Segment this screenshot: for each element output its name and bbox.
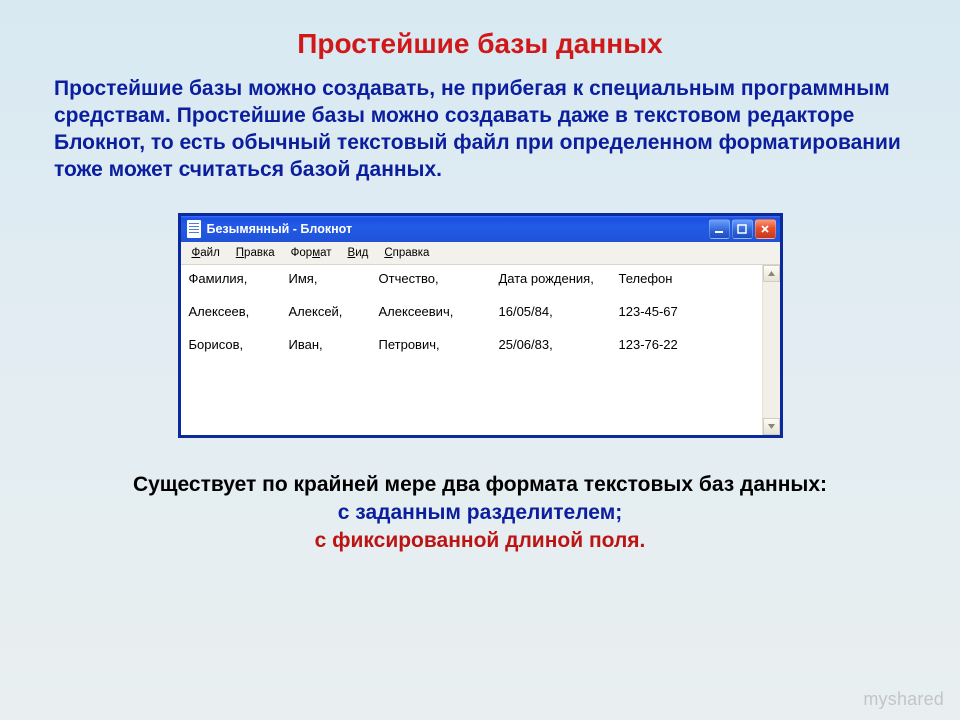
window-titlebar: Безымянный - Блокнот xyxy=(181,216,780,242)
notepad-app-icon xyxy=(187,220,201,238)
header-row: Фамилия, Имя, Отчество, Дата рождения, Т… xyxy=(189,271,754,286)
formats-line1: с заданным разделителем; xyxy=(54,499,906,527)
cell: 16/05/84, xyxy=(499,304,619,319)
cell: Алексеевич, xyxy=(379,304,499,319)
cell: Петрович, xyxy=(379,337,499,352)
cell: 25/06/83, xyxy=(499,337,619,352)
formats-lead: Существует по крайней мере два формата т… xyxy=(54,471,906,499)
formats-text: Существует по крайней мере два формата т… xyxy=(54,471,906,556)
menu-format[interactable]: Формат xyxy=(284,245,339,261)
menu-bar: Файл Правка Формат Вид Справка xyxy=(181,242,780,265)
cell: 123-76-22 xyxy=(619,337,754,352)
col-header: Фамилия, xyxy=(189,271,289,286)
maximize-button[interactable] xyxy=(732,219,753,239)
col-header: Дата рождения, xyxy=(499,271,619,286)
window-title: Безымянный - Блокнот xyxy=(207,222,709,236)
minimize-button[interactable] xyxy=(709,219,730,239)
col-header: Отчество, xyxy=(379,271,499,286)
cell: 123-45-67 xyxy=(619,304,754,319)
scroll-down-button[interactable] xyxy=(763,418,780,435)
data-row: Борисов, Иван, Петрович, 25/06/83, 123-7… xyxy=(189,337,754,352)
close-button[interactable] xyxy=(755,219,776,239)
col-header: Телефон xyxy=(619,271,754,286)
text-area[interactable]: Фамилия, Имя, Отчество, Дата рождения, Т… xyxy=(181,265,762,435)
vertical-scrollbar[interactable] xyxy=(762,265,780,435)
menu-edit[interactable]: Правка xyxy=(229,245,282,261)
window-control-buttons xyxy=(709,219,776,239)
scroll-up-button[interactable] xyxy=(763,265,780,282)
menu-help[interactable]: Справка xyxy=(377,245,436,261)
formats-line2: с фиксированной длиной поля. xyxy=(54,527,906,555)
cell: Борисов, xyxy=(189,337,289,352)
notepad-screenshot: Безымянный - Блокнот Файл Правка xyxy=(54,214,906,437)
slide-intro-text: Простейшие базы можно создавать, не приб… xyxy=(54,76,906,184)
cell: Алексеев, xyxy=(189,304,289,319)
col-header: Имя, xyxy=(289,271,379,286)
watermark: myshared xyxy=(863,689,944,710)
slide-title: Простейшие базы данных xyxy=(54,28,906,60)
menu-file[interactable]: Файл xyxy=(185,245,227,261)
notepad-body: Фамилия, Имя, Отчество, Дата рождения, Т… xyxy=(181,265,780,435)
notepad-window: Безымянный - Блокнот Файл Правка xyxy=(179,214,782,437)
cell: Алексей, xyxy=(289,304,379,319)
data-row: Алексеев, Алексей, Алексеевич, 16/05/84,… xyxy=(189,304,754,319)
cell: Иван, xyxy=(289,337,379,352)
scroll-track[interactable] xyxy=(763,282,780,418)
menu-view[interactable]: Вид xyxy=(341,245,376,261)
